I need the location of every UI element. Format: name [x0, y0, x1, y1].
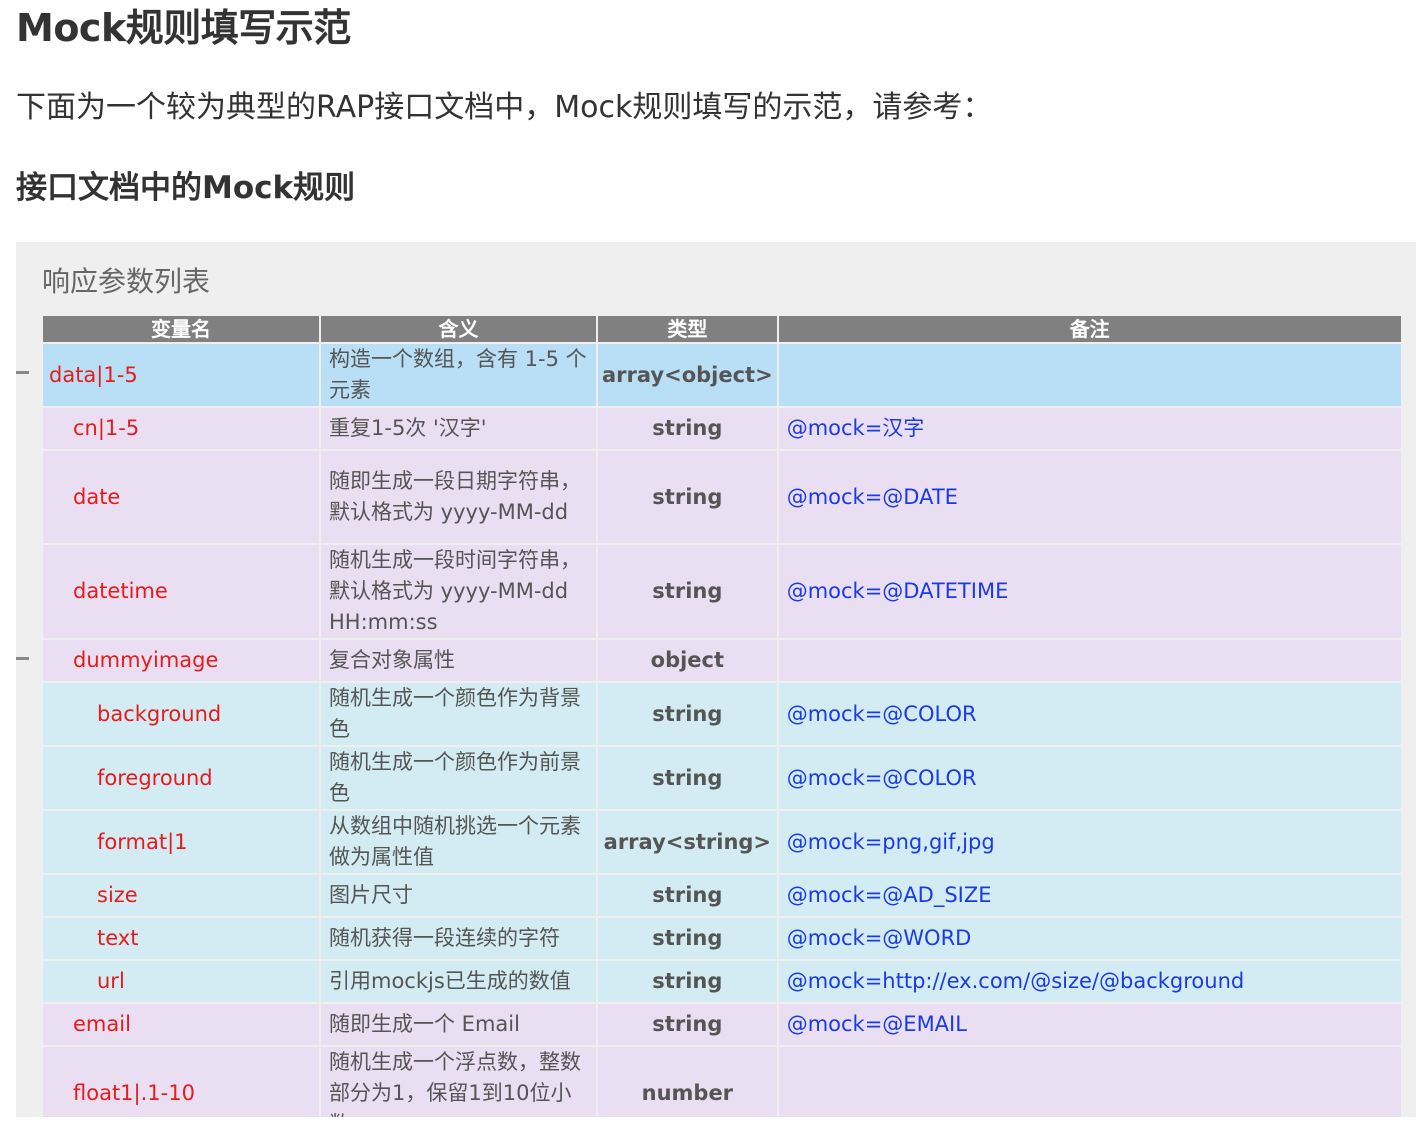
- table-row: foreground 随机生成一个颜色作为前景色 string @mock=@COLO…: [43, 747, 1401, 809]
- param-name: data|1-5: [49, 362, 138, 387]
- header-name: 变量名: [43, 316, 319, 342]
- param-desc: 引用mockjs已生成的数值: [321, 961, 596, 1002]
- param-name-cell: cn|1-5: [43, 408, 319, 449]
- table-row: background 随机生成一个颜色作为背景色 string @mock=@COLO…: [43, 683, 1401, 745]
- param-note: @mock=@EMAIL: [778, 1004, 1401, 1045]
- param-note: [778, 1047, 1401, 1117]
- collapse-toggle-icon[interactable]: [16, 371, 29, 374]
- params-table-wrapper: 变量名 含义 类型 备注 data|1-5 构造一个数组，含有 1-5 个元素 ar…: [16, 314, 1403, 1117]
- param-type: string: [598, 683, 777, 745]
- table-row: cn|1-5 重复1-5次 '汉字' string @mock=汉字: [43, 408, 1401, 449]
- param-note: @mock=@COLOR: [778, 683, 1401, 745]
- table-row: url 引用mockjs已生成的数值 string @mock=http://ex.c…: [43, 961, 1401, 1002]
- param-type: object: [598, 640, 777, 681]
- param-desc: 随即生成一个 Email: [321, 1004, 596, 1045]
- param-note: [778, 640, 1401, 681]
- param-desc: 随机获得一段连续的字符: [321, 918, 596, 959]
- param-type: array<string>: [598, 811, 777, 873]
- param-name-cell: size: [43, 875, 319, 916]
- param-name: datetime: [73, 579, 168, 603]
- param-name: size: [97, 883, 138, 907]
- param-desc: 构造一个数组，含有 1-5 个元素: [321, 344, 596, 406]
- param-type: string: [598, 408, 777, 449]
- param-note: @mock=http://ex.com/@size/@background: [778, 961, 1401, 1002]
- param-name-cell: email: [43, 1004, 319, 1045]
- param-name-cell: datetime: [43, 545, 319, 638]
- intro-text: 下面为一个较为典型的RAP接口文档中，Mock规则填写的示范，请参考：: [16, 90, 993, 125]
- param-note: @mock=@AD_SIZE: [778, 875, 1401, 916]
- param-type: string: [598, 961, 777, 1002]
- param-name-cell: foreground: [43, 747, 319, 809]
- page-title: Mock规则填写示范: [16, 6, 351, 50]
- param-note: [778, 344, 1401, 406]
- panel-title: 响应参数列表: [42, 265, 211, 298]
- table-row: email 随即生成一个 Email string @mock=@EMAIL: [43, 1004, 1401, 1045]
- param-name-cell: url: [43, 961, 319, 1002]
- header-note: 备注: [778, 316, 1401, 342]
- param-note: @mock=@WORD: [778, 918, 1401, 959]
- section-heading: 接口文档中的Mock规则: [16, 170, 356, 206]
- param-name-cell: format|1: [43, 811, 319, 873]
- param-name: cn|1-5: [73, 416, 140, 440]
- param-note: @mock=@DATETIME: [778, 545, 1401, 638]
- param-type: array<object>: [598, 344, 777, 406]
- param-type: string: [598, 451, 777, 543]
- header-desc: 含义: [321, 316, 596, 342]
- param-type: string: [598, 1004, 777, 1045]
- collapse-toggle-icon[interactable]: [16, 656, 29, 660]
- param-name: text: [97, 926, 139, 950]
- table-row: datetime 随机生成一段时间字符串，默认格式为 yyyy-MM-dd HH:…: [43, 545, 1401, 638]
- param-note: @mock=@COLOR: [778, 747, 1401, 809]
- table-row: format|1 从数组中随机挑选一个元素做为属性值 array<string> @m…: [43, 811, 1401, 873]
- param-name: format|1: [97, 829, 188, 854]
- param-name-cell: dummyimage: [16, 640, 319, 681]
- table-row: data|1-5 构造一个数组，含有 1-5 个元素 array<object>: [16, 344, 1401, 406]
- table-header-row: 变量名 含义 类型 备注: [43, 316, 1401, 342]
- param-name-cell: float1|.1-10: [43, 1047, 319, 1117]
- param-name: date: [73, 484, 121, 509]
- param-desc: 随机生成一段时间字符串，默认格式为 yyyy-MM-dd HH:mm:ss: [321, 545, 596, 638]
- param-name: float1|.1-10: [73, 1081, 195, 1105]
- header-type: 类型: [598, 316, 777, 342]
- param-note: @mock=png,gif,jpg: [778, 811, 1401, 873]
- table-body: data|1-5 构造一个数组，含有 1-5 个元素 array<object> cn…: [16, 344, 1401, 1117]
- param-name: background: [97, 701, 222, 726]
- param-name: url: [97, 969, 125, 993]
- param-desc: 图片尺寸: [321, 875, 596, 916]
- response-params-panel: 响应参数列表 变量名 含义 类型 备注 data|1-5 构造一个数组，含有 1-…: [16, 242, 1416, 1117]
- param-desc: 随机生成一个颜色作为背景色: [321, 683, 596, 745]
- param-desc: 重复1-5次 '汉字': [321, 408, 596, 449]
- param-type: string: [598, 545, 777, 638]
- param-desc: 随即生成一段日期字符串，默认格式为 yyyy-MM-dd: [321, 451, 596, 543]
- param-desc: 复合对象属性: [321, 640, 596, 681]
- param-desc: 从数组中随机挑选一个元素做为属性值: [321, 811, 596, 873]
- table-row: size 图片尺寸 string @mock=@AD_SIZE: [43, 875, 1401, 916]
- param-desc: 随机生成一个颜色作为前景色: [321, 747, 596, 809]
- param-type: number: [598, 1047, 777, 1117]
- param-desc: 随机生成一个浮点数，整数部分为1，保留1到10位小数: [321, 1047, 596, 1117]
- param-name-cell: date: [43, 451, 319, 543]
- param-type: string: [598, 918, 777, 959]
- param-note: @mock=汉字: [778, 408, 1401, 449]
- table-row: float1|.1-10 随机生成一个浮点数，整数部分为1，保留1到10位小数nu…: [43, 1047, 1401, 1117]
- table-row: text 随机获得一段连续的字符 string @mock=@WORD: [43, 918, 1401, 959]
- table-row: dummyimage 复合对象属性 object: [16, 640, 1401, 681]
- param-name: foreground: [97, 765, 213, 790]
- param-note: @mock=@DATE: [778, 451, 1401, 543]
- param-name-cell: background: [43, 683, 319, 745]
- param-name-cell: text: [43, 918, 319, 959]
- params-table: 变量名 含义 类型 备注 data|1-5 构造一个数组，含有 1-5 个元素 ar…: [16, 314, 1403, 1117]
- param-type: string: [598, 747, 777, 809]
- table-row: date 随即生成一段日期字符串，默认格式为 yyyy-MM-dd string @m…: [43, 451, 1401, 543]
- param-name: dummyimage: [73, 648, 219, 672]
- param-name-cell: data|1-5: [16, 344, 319, 406]
- param-type: string: [598, 875, 777, 916]
- param-name: email: [73, 1012, 131, 1036]
